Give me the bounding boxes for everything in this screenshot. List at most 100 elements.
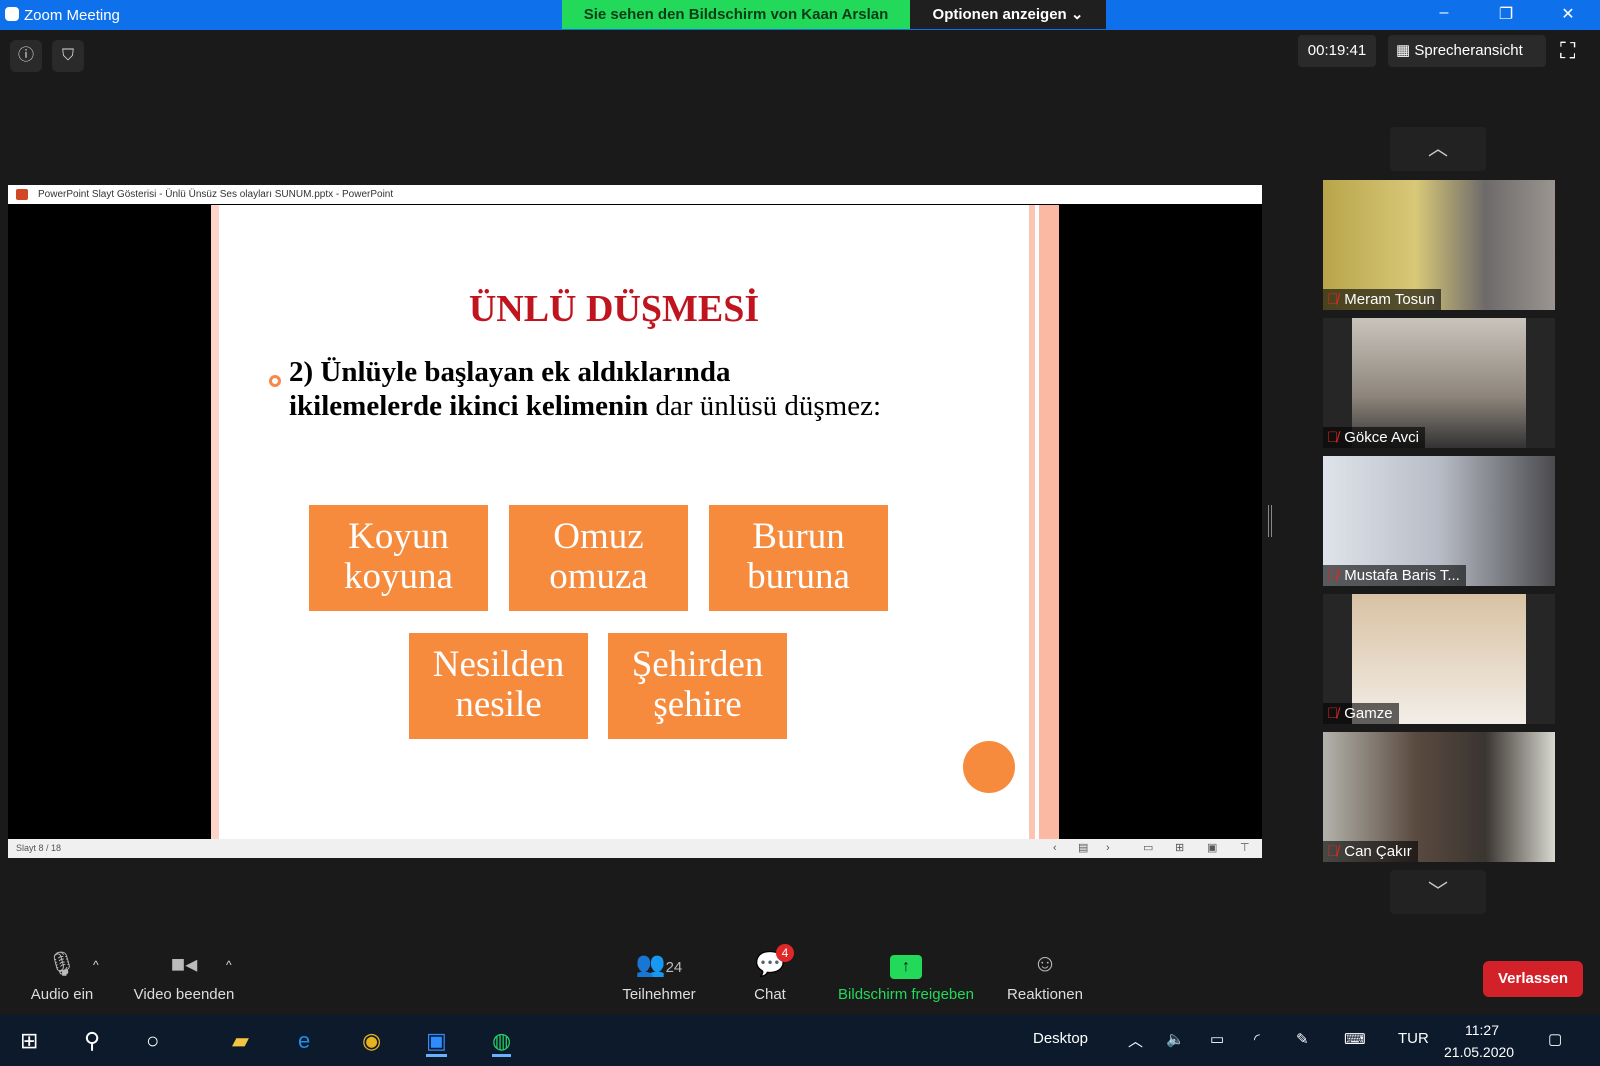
cortana-icon[interactable]: ○ <box>146 1028 159 1054</box>
desktop-toolbar[interactable]: Desktop <box>1033 1030 1088 1047</box>
word-box: Omuz omuza <box>509 505 688 611</box>
minimize-icon[interactable]: – <box>1424 4 1464 22</box>
file-explorer-icon[interactable]: ▰ <box>232 1028 249 1054</box>
share-label: Bildschirm freigeben <box>838 986 974 1003</box>
smiley-icon: ☺ <box>1032 950 1058 977</box>
participants-button[interactable]: 👥24 Teilnehmer <box>614 950 704 1003</box>
pen-icon[interactable]: ✎ <box>1296 1030 1309 1048</box>
battery-icon[interactable]: ▭ <box>1210 1030 1224 1048</box>
fullscreen-icon[interactable]: ⛶ <box>1560 38 1575 64</box>
zoom-logo-icon <box>5 7 19 21</box>
box-line: Burun <box>752 516 845 557</box>
slide-text: 2) Ünlüyle başlayan ek aldıklarında ikil… <box>289 355 889 423</box>
participants-label: Teilnehmer <box>622 986 696 1003</box>
window-title: Zoom Meeting <box>24 7 120 24</box>
video-options-caret[interactable]: ^ <box>226 958 232 972</box>
participant-name: Meram Tosun <box>1344 291 1435 308</box>
box-line: Koyun <box>348 516 449 557</box>
scroll-up-button[interactable]: ︿ <box>1390 127 1486 171</box>
muted-icon: 🎙̸ <box>1327 567 1339 584</box>
shield-icon[interactable]: ⛉ <box>52 40 84 72</box>
audio-button[interactable]: 🎙 Audio ein <box>22 950 102 1003</box>
box-line: Omuz <box>553 516 644 557</box>
chat-button[interactable]: 💬 4 Chat <box>740 944 800 1003</box>
notes-icon[interactable]: ▤ <box>1078 839 1088 858</box>
leave-button[interactable]: Verlassen <box>1483 961 1583 997</box>
prev-slide-icon[interactable]: ‹ <box>1053 839 1057 858</box>
reading-view-icon[interactable]: ▣ <box>1207 839 1217 858</box>
decorative-circle <box>963 741 1015 793</box>
zoom-taskbar-icon[interactable]: ▣ <box>426 1028 447 1057</box>
box-line: buruna <box>747 556 850 597</box>
box-line: Şehirden <box>631 644 764 685</box>
wifi-icon[interactable]: ◜ <box>1254 1030 1260 1048</box>
speaker-view-button[interactable]: ▦ Sprecheransicht <box>1388 35 1546 67</box>
close-icon[interactable]: ✕ <box>1548 4 1588 24</box>
resize-handle[interactable] <box>1268 505 1272 537</box>
slide-stripe <box>1025 205 1059 839</box>
normal-view-icon[interactable]: ▭ <box>1143 839 1153 858</box>
share-banner: Sie sehen den Bildschirm von Kaan Arslan <box>562 0 910 29</box>
powerpoint-icon <box>16 189 28 200</box>
participant-name: Can Çakır <box>1344 843 1412 860</box>
tray-chevron-icon[interactable]: ︿ <box>1128 1030 1143 1051</box>
chat-badge: 4 <box>776 944 794 962</box>
box-line: koyuna <box>344 556 453 597</box>
participant-count: 24 <box>665 959 683 976</box>
next-slide-icon[interactable]: › <box>1106 839 1110 858</box>
view-options-button[interactable]: Optionen anzeigen ⌄ <box>910 0 1106 29</box>
box-line: nesile <box>455 684 542 725</box>
info-icon[interactable]: ⓘ <box>10 40 42 72</box>
restore-icon[interactable]: ❐ <box>1486 4 1526 24</box>
box-line: omuza <box>549 556 648 597</box>
word-box: Şehirden şehire <box>608 633 787 739</box>
clock-date[interactable]: 21.05.2020 <box>1444 1044 1514 1060</box>
participant-tile[interactable]: 🎙̸ Gamze <box>1323 594 1555 724</box>
participant-tile[interactable]: 🎙̸ Meram Tosun <box>1323 180 1555 310</box>
video-button[interactable]: ■◂ Video beenden <box>128 950 240 1003</box>
keyboard-icon[interactable]: ⌨ <box>1344 1030 1366 1048</box>
options-label: Optionen anzeigen <box>932 6 1067 23</box>
participant-name: Gamze <box>1344 705 1393 722</box>
reactions-button[interactable]: ☺ Reaktionen <box>1000 950 1090 1003</box>
audio-options-caret[interactable]: ^ <box>93 958 99 972</box>
chrome-icon[interactable]: ◉ <box>362 1028 381 1054</box>
edge-icon[interactable]: e <box>298 1028 310 1054</box>
windows-start-icon[interactable]: ⊞ <box>20 1028 38 1054</box>
grid-icon: ▦ <box>1396 42 1411 59</box>
slide-counter: Slayt 8 / 18 <box>16 843 62 853</box>
muted-icon: 🎙̸ <box>1327 705 1339 722</box>
microphone-muted-icon: 🎙 <box>46 951 78 978</box>
slide: ÜNLÜ DÜŞMESİ 2) Ünlüyle başlayan ek aldı… <box>211 205 1059 839</box>
title-bar: Zoom Meeting Sie sehen den Bildschirm vo… <box>0 0 1600 30</box>
search-icon[interactable]: ⚲ <box>84 1028 100 1054</box>
clock-time[interactable]: 11:27 <box>1465 1022 1499 1038</box>
participant-tile[interactable]: 🎙̸ Mustafa Baris T... <box>1323 456 1555 586</box>
box-line: şehire <box>653 684 742 725</box>
share-screen-button[interactable]: ↑ Bildschirm freigeben <box>830 950 982 1003</box>
notifications-icon[interactable]: ▢ <box>1548 1030 1562 1048</box>
slide-title: ÜNLÜ DÜŞMESİ <box>468 288 760 330</box>
ppt-title-bar: PowerPoint Slayt Gösterisi - Ünlü Ünsüz … <box>8 185 1262 204</box>
audio-label: Audio ein <box>30 986 94 1003</box>
whatsapp-icon[interactable]: ◍ <box>492 1028 512 1057</box>
slide-text-normal: dar ünlüsü düşmez: <box>648 390 882 422</box>
people-icon: 👥 <box>635 951 666 978</box>
box-line: Nesilden <box>432 644 565 685</box>
shared-screen: PowerPoint Slayt Gösterisi - Ünlü Ünsüz … <box>8 185 1262 858</box>
participant-tile[interactable]: 🎙̸ Gökce Avci <box>1323 318 1555 448</box>
sorter-view-icon[interactable]: ⊞ <box>1175 839 1184 858</box>
view-label: Sprecheransicht <box>1414 42 1523 59</box>
language-indicator[interactable]: TUR <box>1398 1030 1429 1047</box>
volume-icon[interactable]: 🔈 <box>1166 1030 1185 1048</box>
bullet-icon <box>269 375 281 387</box>
slideshow-icon[interactable]: ⊤ <box>1240 839 1250 858</box>
share-arrow-icon: ↑ <box>890 955 922 979</box>
scroll-down-button[interactable]: ﹀ <box>1390 870 1486 914</box>
participant-name: Gökce Avci <box>1344 429 1420 446</box>
muted-icon: 🎙̸ <box>1327 429 1339 446</box>
muted-icon: 🎙̸ <box>1327 291 1339 308</box>
video-label: Video beenden <box>133 986 235 1003</box>
participant-tile[interactable]: 🎙̸ Can Çakır <box>1323 732 1555 862</box>
word-box: Koyun koyuna <box>309 505 488 611</box>
